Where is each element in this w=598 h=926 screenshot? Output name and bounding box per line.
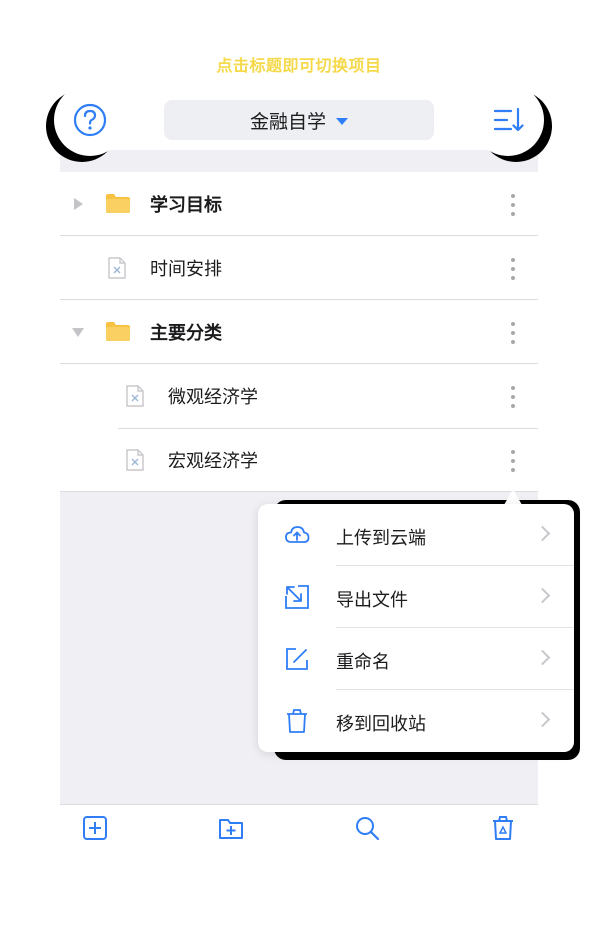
- chevron-right-icon: [534, 525, 551, 542]
- folder-icon: [106, 194, 130, 213]
- chevron-right-icon: [534, 649, 551, 666]
- more-options-icon[interactable]: [510, 258, 516, 280]
- export-icon: [285, 585, 309, 609]
- trash-icon: [287, 709, 307, 733]
- file-icon: [126, 385, 144, 407]
- folder-icon: [106, 322, 130, 341]
- search-icon[interactable]: [354, 815, 380, 841]
- tree-row-file[interactable]: 时间安排: [60, 236, 538, 300]
- more-options-icon[interactable]: [510, 194, 516, 216]
- tree-row-label: 宏观经济学: [168, 450, 258, 472]
- sort-icon: [493, 107, 524, 132]
- project-title: 金融自学: [249, 110, 326, 133]
- menu-item-move-to-trash[interactable]: 移到回收站: [258, 690, 574, 752]
- tree-row-file[interactable]: 微观经济学: [60, 364, 538, 429]
- help-button[interactable]: [54, 84, 126, 156]
- tree-row-label: 主要分类: [150, 322, 222, 344]
- more-options-icon[interactable]: [510, 322, 516, 344]
- tree-row-folder[interactable]: 主要分类: [60, 300, 538, 364]
- hint-banner: 点击标题即可切换项目: [216, 56, 382, 75]
- tree-row-file[interactable]: 宏观经济学: [60, 428, 538, 492]
- recycle-bin-icon[interactable]: [490, 815, 516, 841]
- more-options-icon[interactable]: [510, 386, 516, 408]
- chevron-right-icon: [534, 711, 551, 728]
- new-folder-icon[interactable]: [218, 815, 244, 841]
- context-menu: 上传到云端 导出文件 重命名 移到回收站: [258, 504, 574, 752]
- menu-item-label: 导出文件: [336, 590, 408, 611]
- nav-bar: 金融自学: [60, 90, 538, 150]
- menu-item-export[interactable]: 导出文件: [258, 566, 574, 628]
- tree-row-label: 微观经济学: [168, 387, 258, 408]
- menu-item-upload-cloud[interactable]: 上传到云端: [258, 504, 574, 566]
- menu-item-label: 移到回收站: [336, 714, 426, 735]
- menu-item-label: 上传到云端: [336, 528, 426, 549]
- sort-button[interactable]: [472, 84, 544, 156]
- menu-item-label: 重命名: [336, 652, 390, 673]
- file-icon: [126, 449, 144, 471]
- edit-icon: [286, 648, 308, 670]
- file-tree: 学习目标 时间安排 主要分类 微观经济学 宏观经济学: [60, 172, 538, 492]
- new-file-icon[interactable]: [82, 815, 108, 841]
- bottom-toolbar: [60, 804, 538, 850]
- menu-pointer: [504, 489, 522, 505]
- caret-down-icon: [336, 117, 348, 125]
- tree-row-label: 学习目标: [150, 194, 222, 216]
- chevron-right-icon: [534, 587, 551, 604]
- tree-row-label: 时间安排: [150, 258, 222, 280]
- file-icon: [108, 257, 126, 279]
- expand-arrow-icon[interactable]: [74, 197, 83, 210]
- project-switcher[interactable]: 金融自学: [164, 100, 434, 140]
- help-icon: [73, 103, 107, 137]
- more-options-icon[interactable]: [510, 450, 516, 472]
- cloud-upload-icon: [285, 526, 310, 543]
- collapse-arrow-icon[interactable]: [72, 328, 84, 337]
- tree-row-folder[interactable]: 学习目标: [60, 172, 538, 236]
- menu-item-rename[interactable]: 重命名: [258, 628, 574, 690]
